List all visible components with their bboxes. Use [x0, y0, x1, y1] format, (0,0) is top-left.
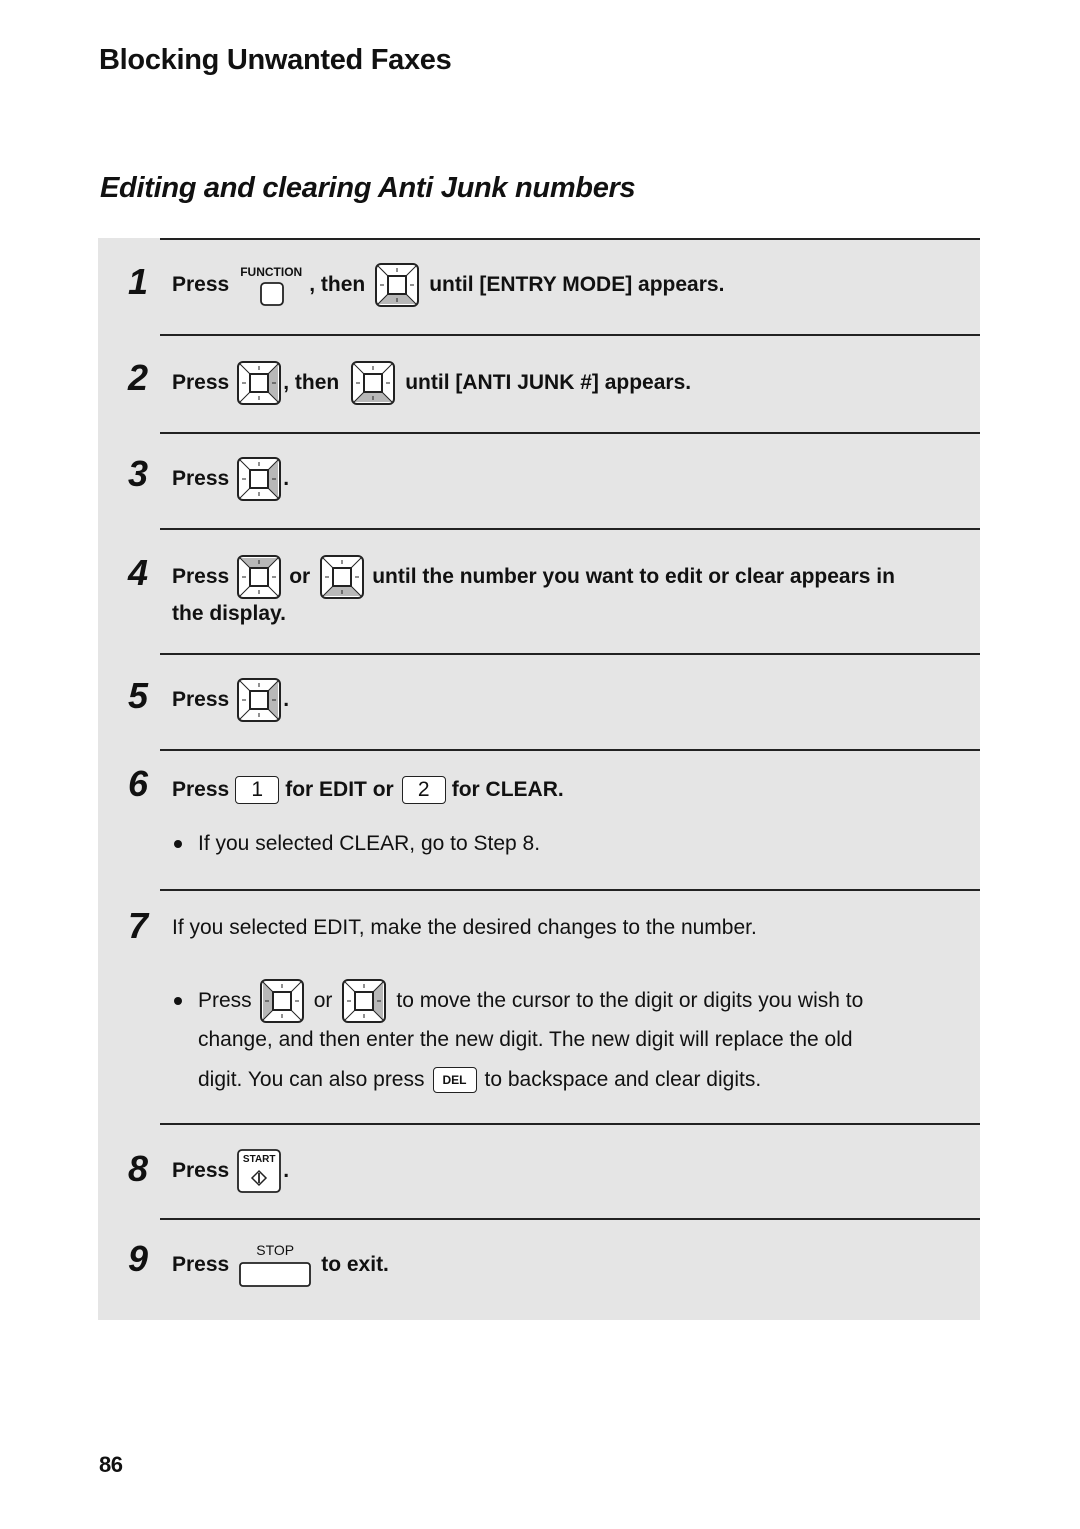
bullet-text: to move the cursor to the digit or digit… [396, 989, 864, 1012]
step-text: , then [283, 371, 340, 394]
navigation-key-right-icon [342, 979, 387, 1023]
navigation-key-right-icon [237, 457, 282, 501]
step-text: Press [172, 1159, 230, 1182]
step-number: 8 [128, 1148, 149, 1189]
navigation-key-down-icon [351, 361, 396, 405]
bullet-text: Press [198, 989, 252, 1012]
page-number: 86 [99, 1452, 123, 1477]
step-number: 9 [128, 1238, 149, 1279]
step-text: , then [309, 273, 366, 296]
step-text: . [283, 688, 290, 711]
step-number: 3 [128, 453, 149, 494]
step-number: 5 [128, 675, 149, 716]
function-key-icon: FUNCTION [235, 262, 307, 308]
divider [160, 528, 980, 530]
bullet-text: digit. You can also press [198, 1068, 425, 1091]
navigation-key-down-icon [320, 555, 365, 599]
bullet-text: If you selected CLEAR, go to Step 8. [198, 832, 541, 855]
step-text: to exit. [321, 1253, 389, 1276]
steps-panel: 1 Press FUNCTION , then until [ENTRY MOD… [98, 238, 980, 1320]
navigation-key-up-icon [237, 555, 282, 599]
step-text: . [283, 1159, 290, 1182]
divider [160, 432, 980, 434]
bullet-text: change, and then enter the new digit. Th… [198, 1028, 853, 1051]
step-text: If you selected EDIT, make the desired c… [172, 916, 757, 939]
step-text: for CLEAR. [451, 778, 564, 801]
step-text: Press [172, 273, 230, 296]
key-2-icon: 2 [401, 776, 446, 804]
step-text: Press [172, 565, 230, 588]
step-number: 1 [128, 261, 149, 302]
navigation-key-right-icon [237, 361, 282, 405]
step-number: 7 [128, 905, 149, 946]
step-text: Press [172, 371, 230, 394]
del-key-icon: DEL [432, 1067, 477, 1093]
divider [160, 1123, 980, 1125]
divider [160, 334, 980, 336]
stop-key-icon: STOP [239, 1242, 312, 1288]
section-title: Blocking Unwanted Faxes [99, 44, 452, 76]
step-number: 6 [128, 763, 149, 804]
step-text: . [283, 467, 290, 490]
step-text: Press [172, 778, 230, 801]
navigation-key-down-icon [375, 263, 420, 307]
divider [160, 1218, 980, 1220]
subsection-title: Editing and clearing Anti Junk numbers [100, 172, 636, 204]
bullet-icon [174, 840, 182, 848]
step-text: for EDIT or [285, 778, 394, 801]
navigation-key-left-icon [259, 979, 304, 1023]
step-text: Press [172, 1253, 230, 1276]
step-number: 2 [128, 357, 149, 398]
divider [160, 238, 980, 240]
step-text: until the number you want to edit or cle… [372, 565, 895, 588]
step-text: Press [172, 467, 230, 490]
bullet-text: to backspace and clear digits. [484, 1068, 762, 1091]
start-key-icon: START [237, 1149, 282, 1193]
step-text: the display. [172, 602, 286, 625]
bullet-icon [174, 997, 182, 1005]
step-text: Press [172, 688, 230, 711]
step-number: 4 [128, 552, 149, 593]
divider [160, 749, 980, 751]
step-text: until [ANTI JUNK #] appears. [405, 371, 692, 394]
step-text: until [ENTRY MODE] appears. [429, 273, 725, 296]
key-1-icon: 1 [235, 776, 280, 804]
step-text: or [289, 565, 311, 588]
divider [160, 889, 980, 891]
navigation-key-right-icon [237, 678, 282, 722]
bullet-text: or [313, 989, 333, 1012]
divider [160, 653, 980, 655]
